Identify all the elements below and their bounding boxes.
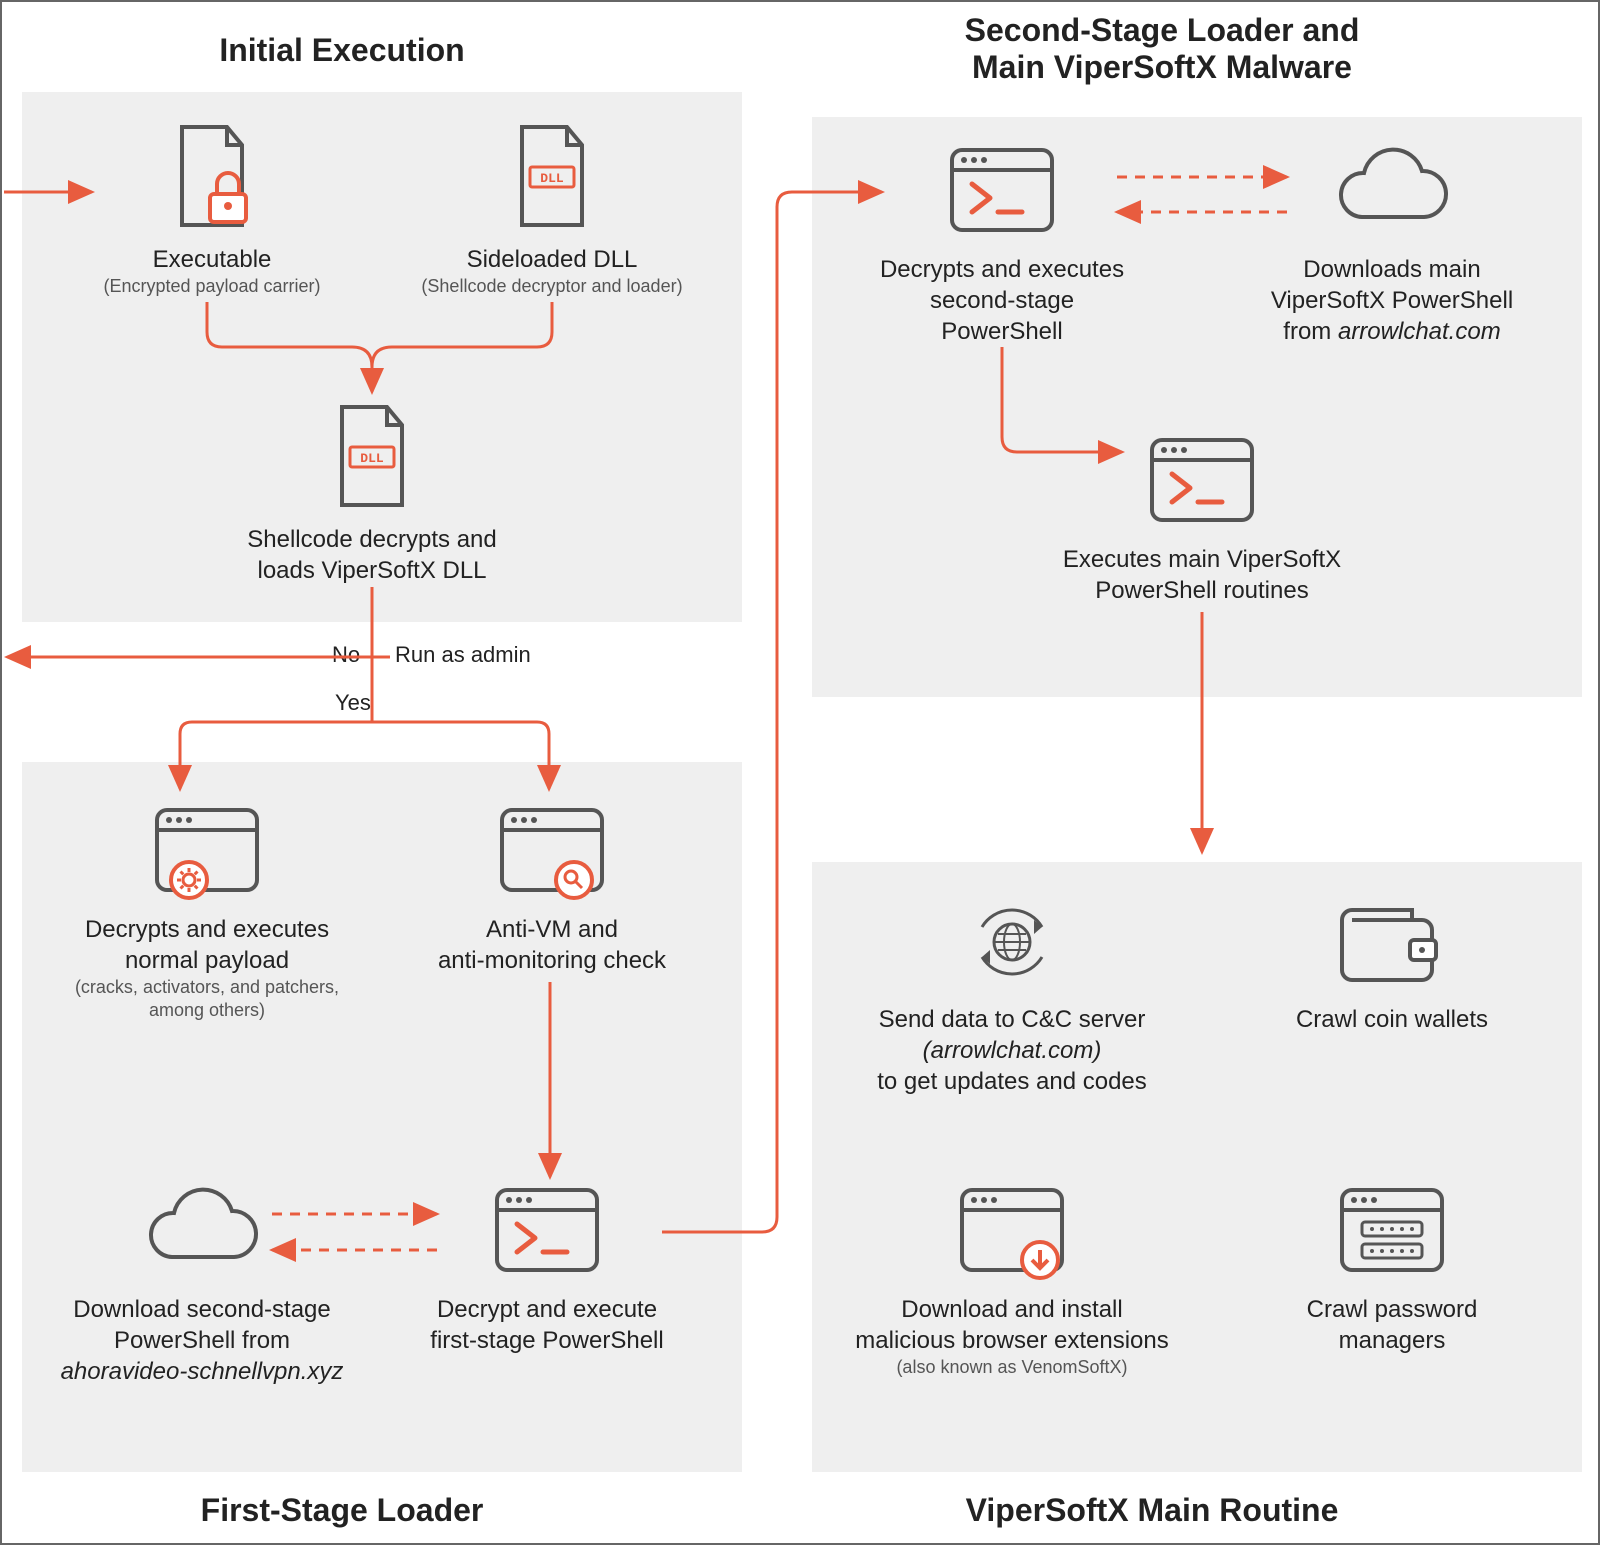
label-no: No [332,642,360,668]
dll-file-icon: DLL [202,402,542,512]
label-yes: Yes [335,690,371,716]
cloud-icon [32,1182,372,1282]
node-download-main: Downloads main ViperSoftX PowerShell fro… [1232,142,1552,348]
cloud-icon [1232,142,1552,242]
title-first-stage: First-Stage Loader [132,1492,552,1529]
node-executable: Executable (Encrypted payload carrier) [62,122,362,298]
node-shellcode: DLL Shellcode decrypts and loads ViperSo… [202,402,542,586]
label-run-as-admin: Run as admin [395,642,531,668]
browser-password-icon [1242,1182,1542,1282]
node-download-ext: Download and install malicious browser e… [822,1182,1202,1379]
dll-file-icon: DLL [382,122,722,232]
node-normal-payload: Decrypts and executes normal payload (cr… [42,802,372,1021]
title-second-stage: Second-Stage Loader and Main ViperSoftX … [812,12,1512,86]
node-decrypt-stage2: Decrypts and executes second-stage Power… [842,142,1162,348]
node-send-cc: Send data to C&C server (arrowlchat.com)… [832,892,1192,1098]
browser-download-icon [822,1182,1202,1282]
terminal-icon [387,1182,707,1282]
globe-sync-icon [832,892,1192,992]
node-exec-main: Executes main ViperSoftX PowerShell rout… [1022,432,1382,606]
browser-gear-icon [42,802,372,902]
node-anti-vm: Anti-VM and anti-monitoring check [392,802,712,976]
node-download-stage2: Download second-stage PowerShell from ah… [32,1182,372,1388]
node-crawl-wallets: Crawl coin wallets [1242,892,1542,1035]
title-main-routine: ViperSoftX Main Routine [832,1492,1472,1529]
file-lock-icon [62,122,362,232]
browser-search-icon [392,802,712,902]
node-crawl-pwd: Crawl password managers [1242,1182,1542,1356]
svg-text:DLL: DLL [360,451,384,466]
terminal-icon [1022,432,1382,532]
svg-text:DLL: DLL [540,171,564,186]
terminal-icon [842,142,1162,242]
wallet-icon [1242,892,1542,992]
title-initial: Initial Execution [132,32,552,69]
node-decrypt-stage1: Decrypt and execute first-stage PowerShe… [387,1182,707,1356]
node-sideloaded-dll: DLL Sideloaded DLL (Shellcode decryptor … [382,122,722,298]
